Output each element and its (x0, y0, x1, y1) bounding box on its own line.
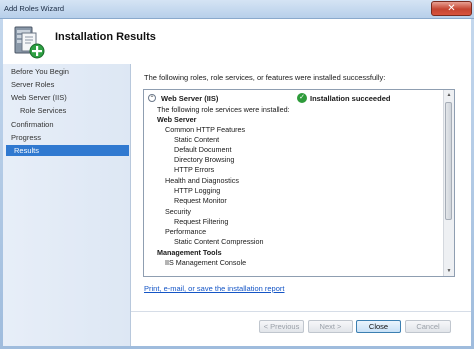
window-title: Add Roles Wizard (4, 4, 65, 13)
role-services-intro: The following role services were install… (157, 105, 290, 114)
nav-item-progress[interactable]: Progress (3, 132, 126, 143)
nav-item-web-server-iis[interactable]: Web Server (IIS) (3, 92, 126, 103)
role-service-category: Common HTTP Features (165, 125, 246, 134)
role-service-group: Web Server (157, 115, 197, 124)
role-service-item: Static Content (174, 135, 220, 144)
role-result-header: ⌃ Web Server (IIS) ✓ Installation succee… (148, 93, 438, 104)
intro-text: The following roles, role services, or f… (144, 73, 386, 82)
nav-item-role-services[interactable]: Role Services (3, 105, 126, 116)
results-list-box[interactable]: ⌃ Web Server (IIS) ✓ Installation succee… (143, 89, 455, 277)
results-scrollbar[interactable]: ▲ ▼ (443, 90, 454, 276)
server-roles-icon (14, 26, 45, 59)
page-title: Installation Results (55, 31, 156, 43)
next-button[interactable]: Next > (308, 320, 353, 333)
content-pane: The following roles, role services, or f… (131, 64, 471, 346)
close-button[interactable]: Close (356, 320, 401, 333)
role-service-category: Performance (165, 227, 207, 236)
title-bar[interactable]: Add Roles Wizard ✕ (0, 0, 474, 19)
role-service-item: HTTP Logging (174, 186, 221, 195)
wizard-header: Installation Results (3, 19, 471, 65)
nav-item-before-you-begin[interactable]: Before You Begin (3, 66, 126, 77)
role-service-item: HTTP Errors (174, 165, 215, 174)
role-service-item: Default Document (174, 145, 232, 154)
collapse-icon[interactable]: ⌃ (148, 94, 156, 102)
role-service-item: Request Monitor (174, 196, 227, 205)
window-close-button[interactable]: ✕ (431, 1, 472, 16)
role-name: Web Server (IIS) (161, 94, 219, 103)
role-service-item: Request Filtering (174, 217, 229, 226)
footer-divider (131, 311, 471, 312)
nav-item-server-roles[interactable]: Server Roles (3, 79, 126, 90)
scrollbar-thumb[interactable] (445, 102, 452, 220)
nav-item-results[interactable]: Results (6, 145, 129, 156)
role-service-item: Static Content Compression (174, 237, 264, 246)
role-service-category: Health and Diagnostics (165, 176, 239, 185)
installation-report-link[interactable]: Print, e-mail, or save the installation … (144, 284, 284, 293)
scroll-down-arrow-icon[interactable]: ▼ (444, 266, 454, 276)
role-service-category: IIS Management Console (165, 258, 247, 267)
role-service-category: Security (165, 207, 191, 216)
role-status: Installation succeeded (310, 94, 391, 103)
cancel-button[interactable]: Cancel (405, 320, 451, 333)
success-check-icon: ✓ (297, 93, 307, 103)
wizard-steps-nav: Before You Begin Server Roles Web Server… (3, 64, 131, 346)
role-service-item: Directory Browsing (174, 155, 235, 164)
scroll-up-arrow-icon[interactable]: ▲ (444, 90, 454, 100)
role-service-group: Management Tools (157, 248, 222, 257)
nav-item-confirmation[interactable]: Confirmation (3, 119, 126, 130)
previous-button[interactable]: < Previous (259, 320, 304, 333)
add-roles-wizard-window: Add Roles Wizard ✕ Installation Results … (0, 0, 474, 349)
